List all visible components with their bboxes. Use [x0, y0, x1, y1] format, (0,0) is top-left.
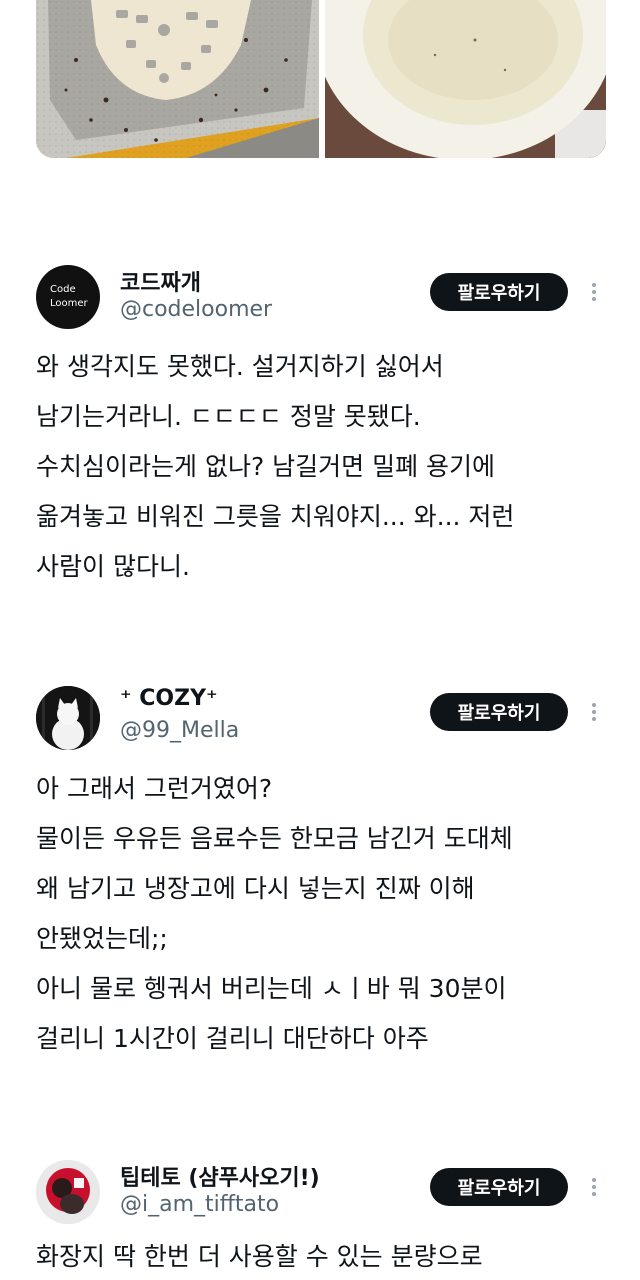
more-options-icon[interactable]	[586, 280, 602, 308]
media-image-doily-tray[interactable]	[36, 0, 319, 158]
post-text-line: 수치심이라는게 없나? 남길거면 밀폐 용기에	[36, 452, 496, 481]
cat-avatar-image	[36, 686, 100, 750]
avatar[interactable]	[36, 1160, 100, 1224]
follow-button[interactable]: 팔로우하기	[430, 693, 568, 731]
post-text: 아 그래서 그런거였어? 물이든 우유든 음료수든 한모금 남긴거 도대체 왜 …	[36, 764, 616, 1064]
cup-image	[325, 0, 606, 158]
display-name[interactable]: 팁테토 (샴푸사오기!)	[120, 1160, 320, 1192]
post-text: 와 생각지도 못했다. 설거지하기 싫어서 남기는거라니. ㄷㄷㄷㄷ 정말 못됐…	[36, 342, 616, 592]
avatar[interactable]	[36, 686, 100, 750]
avatar-text: Code	[50, 284, 76, 295]
post-text-line: 안됐었는데;;	[36, 924, 168, 953]
post-text-line: 와 생각지도 못했다. 설거지하기 싫어서	[36, 352, 444, 381]
post-text-line: 화장지 딱 한번 더 사용할 수 있는 분량으로	[36, 1242, 483, 1271]
post-text-line: 아니 물로 헹궈서 버리는데 ㅅㅣ바 뭐 30분이	[36, 974, 507, 1003]
character-avatar-image	[36, 1160, 100, 1224]
post-text: 화장지 딱 한번 더 사용할 수 있는 분량으로	[36, 1232, 616, 1280]
post-text-line: 옮겨놓고 비워진 그릇을 치워야지... 와... 저런	[36, 502, 515, 531]
doily-tray-image	[36, 0, 319, 158]
more-options-icon[interactable]	[586, 700, 602, 728]
user-handle[interactable]: @99_Mella	[120, 718, 239, 743]
display-name[interactable]: ⁺ COZY⁺	[120, 686, 218, 711]
avatar[interactable]: Code Loomer	[36, 265, 100, 329]
avatar-text: Loomer	[50, 298, 88, 309]
media-image-cup[interactable]	[325, 0, 606, 158]
media-gallery[interactable]	[36, 0, 606, 158]
post-text-line: 왜 남기고 냉장고에 다시 넣는지 진짜 이해	[36, 874, 475, 903]
follow-button[interactable]: 팔로우하기	[430, 1168, 568, 1206]
follow-button[interactable]: 팔로우하기	[430, 273, 568, 311]
user-handle[interactable]: @codeloomer	[120, 297, 272, 322]
post-text-line: 사람이 많다니.	[36, 552, 190, 581]
more-options-icon[interactable]	[586, 1175, 602, 1203]
post-text-line: 물이든 우유든 음료수든 한모금 남긴거 도대체	[36, 824, 513, 853]
post-text-line: 아 그래서 그런거였어?	[36, 774, 273, 803]
user-handle[interactable]: @i_am_tifftato	[120, 1192, 279, 1217]
post-text-line: 걸리니 1시간이 걸리니 대단하다 아주	[36, 1024, 429, 1053]
post-text-line: 남기는거라니. ㄷㄷㄷㄷ 정말 못됐다.	[36, 402, 421, 431]
display-name[interactable]: 코드짜개	[120, 265, 201, 297]
